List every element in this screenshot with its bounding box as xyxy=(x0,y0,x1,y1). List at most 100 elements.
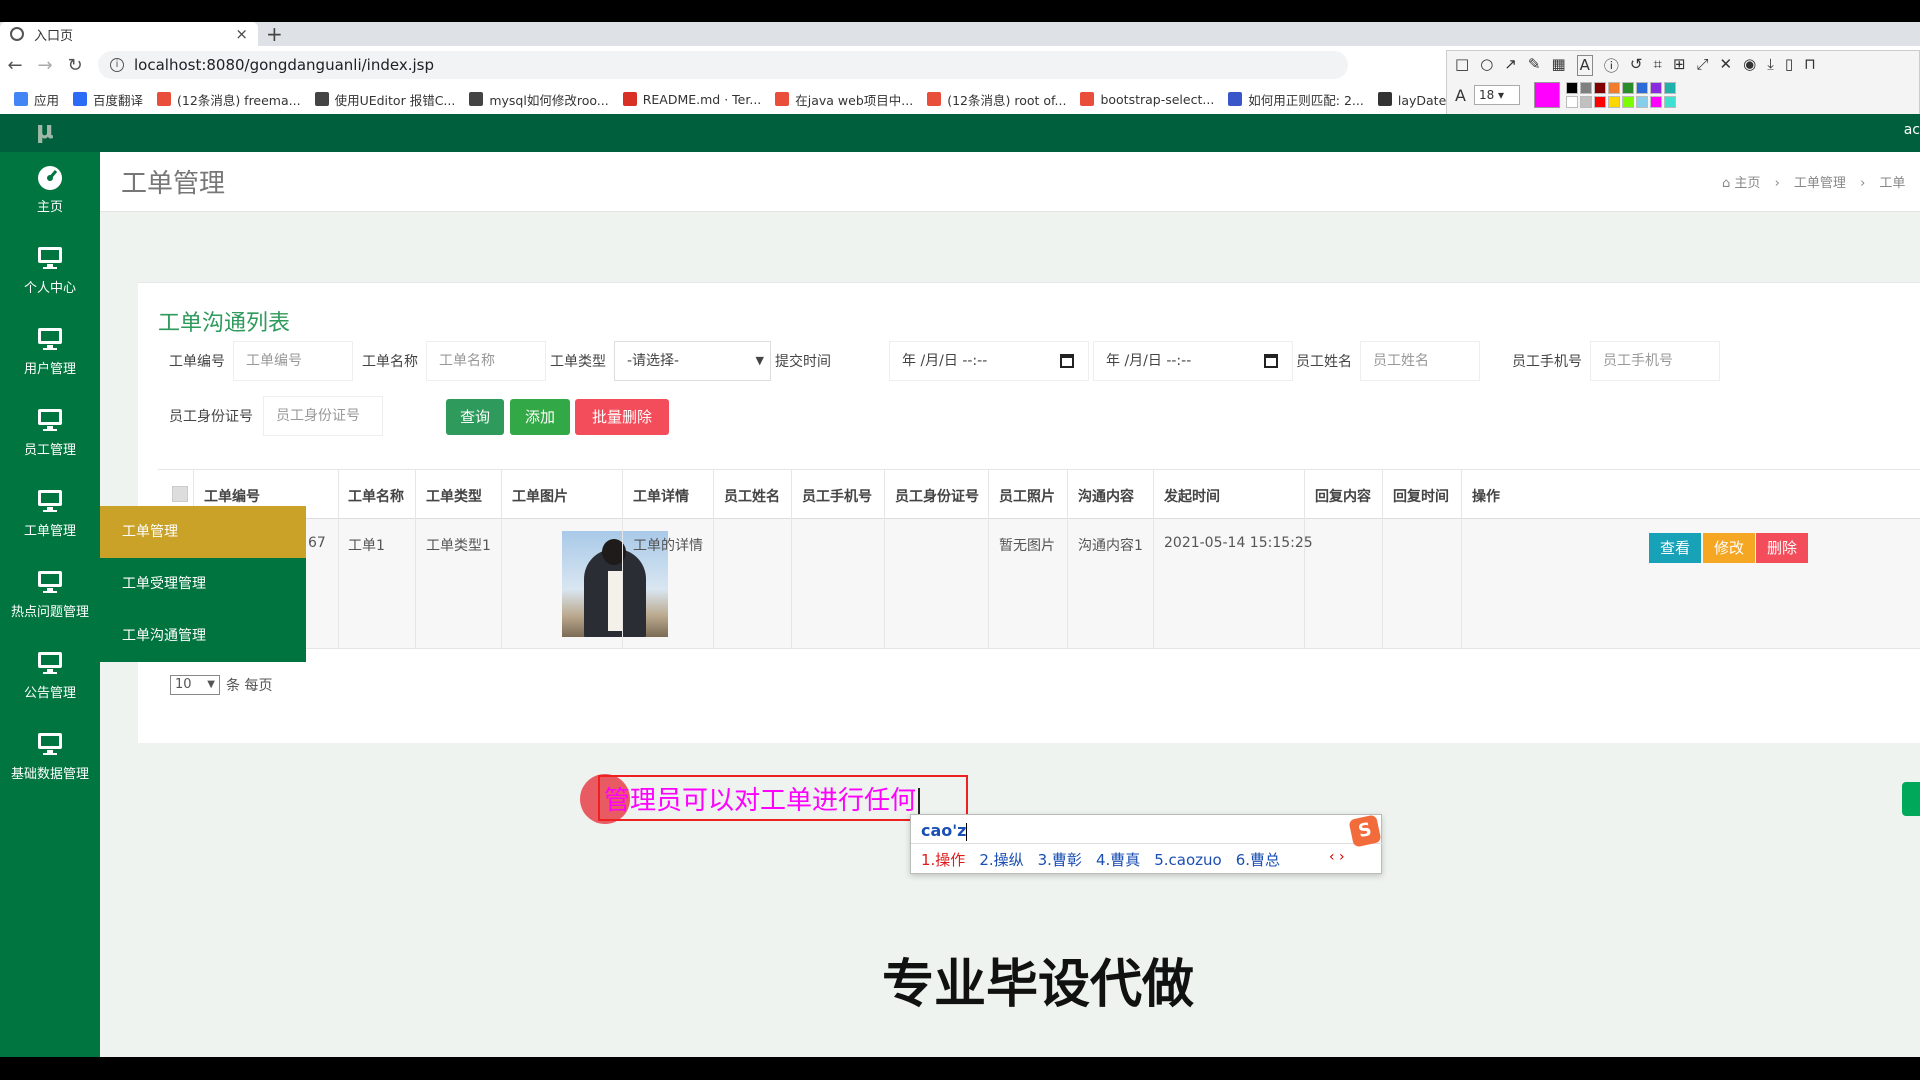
info-icon[interactable]: i xyxy=(110,58,124,72)
batch-delete-button[interactable]: 批量删除 xyxy=(575,399,669,435)
font-size-select[interactable]: 18 ▾ xyxy=(1473,85,1520,105)
submenu-item[interactable]: 工单受理管理 xyxy=(100,558,306,610)
bookmark-item[interactable]: (12条消息) freema... xyxy=(157,90,301,109)
bookmark-item[interactable]: 应用 xyxy=(14,90,59,109)
emp-name-input[interactable]: 员工姓名 xyxy=(1360,341,1480,381)
start-date-input[interactable]: 年 /月/日 --:-- xyxy=(889,341,1089,381)
close-icon[interactable]: × xyxy=(235,25,248,43)
palette-swatch[interactable] xyxy=(1593,82,1606,94)
column-header[interactable]: 员工手机号 xyxy=(802,486,872,506)
query-button[interactable]: 查询 xyxy=(446,399,504,435)
column-header[interactable]: 操作 xyxy=(1472,486,1500,506)
column-header[interactable]: 工单编号 xyxy=(204,486,260,506)
edit-button[interactable]: 修改 xyxy=(1703,533,1755,563)
palette-swatch[interactable] xyxy=(1565,82,1578,94)
crop-icon[interactable]: ⌗ xyxy=(1653,55,1661,76)
breadcrumb-order-manage[interactable]: 工单管理 xyxy=(1794,176,1846,191)
palette-swatch[interactable] xyxy=(1565,96,1578,108)
user-name[interactable]: ac xyxy=(1904,122,1920,138)
calendar-icon[interactable] xyxy=(1264,354,1278,368)
palette-swatch[interactable] xyxy=(1621,82,1634,94)
pen-tool-icon[interactable]: ✎ xyxy=(1528,55,1541,76)
order-no-input[interactable]: 工单编号 xyxy=(233,341,353,381)
bookmark-item[interactable]: 使用UEditor 报错C... xyxy=(314,90,455,109)
current-color-swatch[interactable] xyxy=(1533,82,1560,108)
bookmark-item[interactable]: (12条消息) root of... xyxy=(927,90,1066,109)
ime-candidate[interactable]: 4.曹真 xyxy=(1096,851,1140,869)
sidebar-item[interactable]: 热点问题管理 xyxy=(0,557,100,638)
column-header[interactable]: 员工姓名 xyxy=(724,486,780,506)
column-header[interactable]: 发起时间 xyxy=(1164,486,1220,506)
calendar-icon[interactable] xyxy=(1060,354,1074,368)
download-icon[interactable]: ⤓ xyxy=(1767,55,1774,76)
delete-button[interactable]: 删除 xyxy=(1756,533,1808,563)
mosaic-tool-icon[interactable]: ▦ xyxy=(1551,55,1565,76)
column-header[interactable]: 回复时间 xyxy=(1393,486,1449,506)
arrow-tool-icon[interactable]: ↗ xyxy=(1504,55,1517,76)
submenu-item[interactable]: 工单沟通管理 xyxy=(100,610,306,662)
ime-candidate[interactable]: 2.操纵 xyxy=(979,851,1023,869)
palette-swatch[interactable] xyxy=(1621,96,1634,108)
sidebar-item[interactable]: 基础数据管理 xyxy=(0,719,100,800)
submenu-item[interactable]: 工单管理 xyxy=(100,506,306,558)
breadcrumb-home[interactable]: 主页 xyxy=(1734,176,1760,191)
bookmark-item[interactable]: mysql如何修改roo... xyxy=(469,90,609,109)
ime-candidate[interactable]: 3.曹彰 xyxy=(1038,851,1082,869)
rectangle-tool-icon[interactable]: □ xyxy=(1455,55,1469,76)
sidebar-item[interactable]: 工单管理 xyxy=(0,476,100,557)
end-date-input[interactable]: 年 /月/日 --:-- xyxy=(1093,341,1293,381)
palette-swatch[interactable] xyxy=(1649,82,1662,94)
palette-swatch[interactable] xyxy=(1607,96,1620,108)
palette-swatch[interactable] xyxy=(1635,82,1648,94)
back-icon[interactable]: ← xyxy=(0,55,30,76)
page-size-select[interactable]: 10 ▼ xyxy=(170,675,220,695)
number-tool-icon[interactable]: ⓘ xyxy=(1604,55,1619,76)
emp-id-input[interactable]: 员工身份证号 xyxy=(263,396,383,436)
ellipse-tool-icon[interactable]: ○ xyxy=(1480,55,1493,76)
ime-page-arrows[interactable]: ‹ › xyxy=(1329,849,1345,865)
bookmark-item[interactable]: 如何用正则匹配: 2... xyxy=(1228,90,1364,109)
bookmark-item[interactable]: 在java web项目中... xyxy=(775,90,913,109)
palette-swatch[interactable] xyxy=(1579,96,1592,108)
add-button[interactable]: 添加 xyxy=(510,399,570,435)
order-type-select[interactable]: -请选择- ▼ xyxy=(614,341,771,381)
palette-swatch[interactable] xyxy=(1579,82,1592,94)
pin-icon[interactable]: ✕ xyxy=(1720,55,1733,76)
palette-swatch[interactable] xyxy=(1607,82,1620,94)
sidebar-item[interactable]: 个人中心 xyxy=(0,233,100,314)
palette-swatch[interactable] xyxy=(1635,96,1648,108)
column-header[interactable]: 员工身份证号 xyxy=(895,486,979,506)
forward-icon[interactable]: → xyxy=(30,55,60,76)
floating-side-button[interactable] xyxy=(1902,782,1920,816)
bookmark-item[interactable]: bootstrap-select... xyxy=(1080,92,1214,107)
ime-candidate[interactable]: 6.曹总 xyxy=(1236,851,1280,869)
expand-icon[interactable]: ⤢ xyxy=(1697,55,1709,76)
ime-candidate[interactable]: 1.操作 xyxy=(921,851,965,869)
translate-icon[interactable]: ⊞ xyxy=(1673,55,1686,76)
text-tool-icon[interactable]: A xyxy=(1576,55,1593,76)
column-header[interactable]: 员工照片 xyxy=(999,486,1055,506)
copy-icon[interactable]: ▯ xyxy=(1785,55,1793,76)
column-header[interactable]: 工单名称 xyxy=(348,486,404,506)
palette-swatch[interactable] xyxy=(1593,96,1606,108)
address-bar[interactable]: i localhost:8080/gongdanguanli/index.jsp xyxy=(98,51,1348,79)
column-header[interactable]: 工单类型 xyxy=(426,486,482,506)
reload-icon[interactable]: ↻ xyxy=(60,55,90,76)
record-icon[interactable]: ◉ xyxy=(1743,55,1756,76)
sidebar-item[interactable]: 用户管理 xyxy=(0,314,100,395)
browser-tab[interactable]: 入口页 × xyxy=(0,22,258,46)
column-header[interactable]: 回复内容 xyxy=(1315,486,1371,506)
column-header[interactable]: 工单图片 xyxy=(512,486,568,506)
palette-swatch[interactable] xyxy=(1649,96,1662,108)
view-button[interactable]: 查看 xyxy=(1649,533,1701,563)
order-name-input[interactable]: 工单名称 xyxy=(426,341,546,381)
sidebar-item[interactable]: 主页 xyxy=(0,152,100,233)
column-header[interactable]: 工单详情 xyxy=(633,486,689,506)
new-tab-button[interactable]: + xyxy=(266,22,283,46)
sidebar-item[interactable]: 员工管理 xyxy=(0,395,100,476)
ime-candidate[interactable]: 5.caozuo xyxy=(1154,851,1222,869)
palette-swatch[interactable] xyxy=(1663,82,1676,94)
column-header[interactable]: 沟通内容 xyxy=(1078,486,1134,506)
bookmark-icon[interactable]: ⊓ xyxy=(1804,55,1816,76)
palette-swatch[interactable] xyxy=(1663,96,1676,108)
